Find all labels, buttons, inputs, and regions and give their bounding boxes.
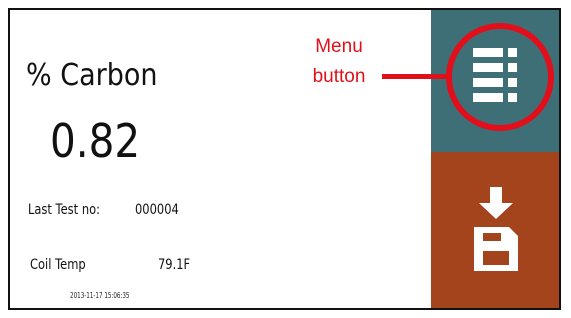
menu-list-icon [473, 48, 517, 102]
coil-temp-label: Coil Temp [30, 257, 86, 273]
measurement-label: % Carbon [26, 58, 158, 93]
menu-callout: Menu button [300, 32, 378, 92]
download-save-icon [474, 187, 518, 271]
timestamp: 2013-11-17 15:06:35 [70, 291, 130, 300]
callout-pointer-line [382, 74, 447, 79]
callout-line-1: Menu [315, 36, 363, 57]
last-test-value: 000004 [135, 202, 179, 218]
last-test-label: Last Test no: [28, 202, 100, 218]
menu-button[interactable] [431, 10, 559, 152]
device-display: % Carbon 0.82 Last Test no: 000004 Coil … [0, 0, 571, 318]
device-screen: % Carbon 0.82 Last Test no: 000004 Coil … [8, 8, 561, 310]
coil-temp-value: 79.1F [158, 257, 191, 273]
save-button[interactable] [431, 152, 559, 308]
callout-line-2: button [312, 66, 366, 87]
measurement-value: 0.82 [50, 114, 141, 168]
